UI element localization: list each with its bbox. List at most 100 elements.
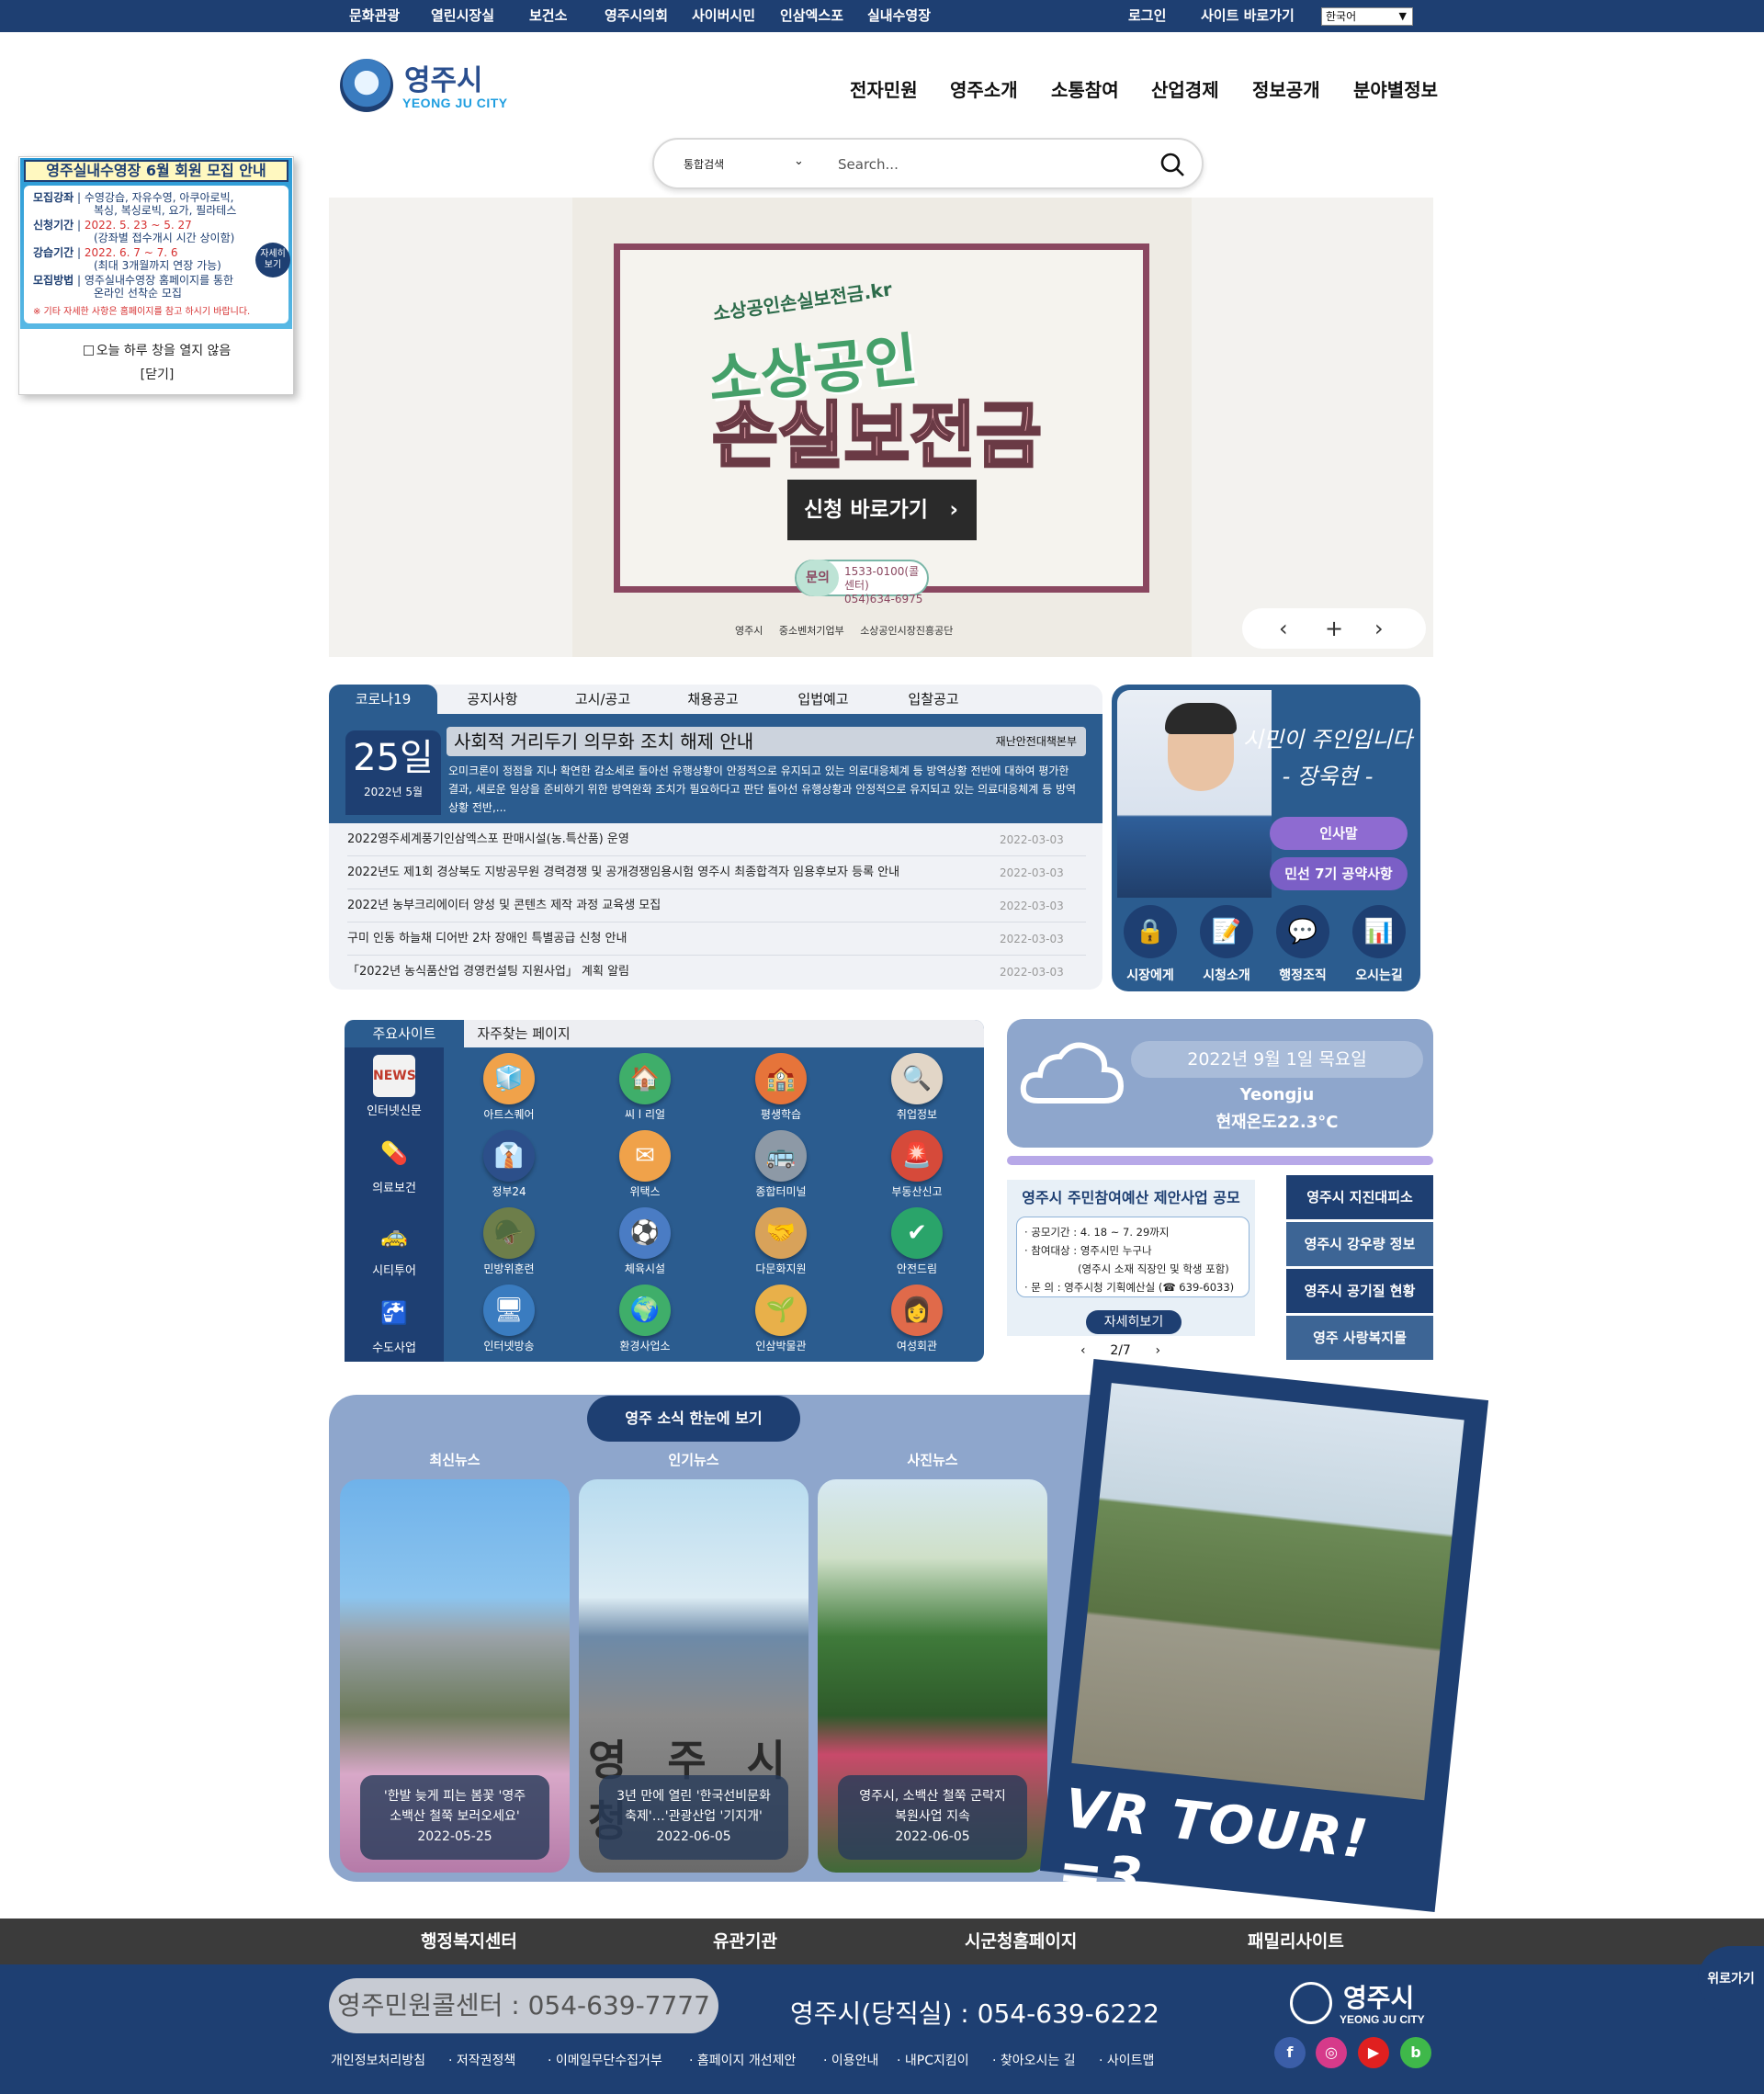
greeting-button[interactable]: 인사말 <box>1270 817 1408 850</box>
toplink-pool[interactable]: 실내수영장 <box>867 0 931 32</box>
toplink-expo[interactable]: 인삼엑스포 <box>780 0 843 32</box>
mayor-link-directions[interactable]: 📊 오시는길 <box>1342 905 1416 984</box>
news-card[interactable]: '한발 늦게 피는 봄꽃 '영주 소백산 철쭉 보러오세요' 2022-05-25 <box>340 1479 570 1873</box>
quick-rainfall[interactable]: 영주시 강우량 정보 <box>1286 1222 1433 1266</box>
news-card[interactable]: 영 주 시 청 3년 만에 열린 '한국선비문화축제'…'관광산업 '기지개'2… <box>579 1479 808 1873</box>
gnb-civil[interactable]: 전자민원 <box>850 75 918 102</box>
banner-apply-button[interactable]: 신청 바로가기 › <box>787 480 977 540</box>
tab-announcement[interactable]: 고시/공고 <box>548 685 658 714</box>
footer-logo[interactable]: 영주시 YEONG JU CITY <box>1290 1978 1437 2033</box>
search-scope-select[interactable]: 통합검색 <box>684 156 724 172</box>
toplink-health[interactable]: 보건소 <box>529 0 567 32</box>
toplink-culture[interactable]: 문화관광 <box>349 0 400 32</box>
popup-image[interactable]: 영주실내수영장 6월 회원 모집 안내 모집강좌 | 수영강습, 자유수영, 아… <box>20 158 292 329</box>
site-terminal[interactable]: 🚌 종합터미널 <box>730 1130 831 1199</box>
toplink-cyber[interactable]: 사이버시민 <box>692 0 755 32</box>
featured-notice[interactable]: 25일 2022년 5월 사회적 거리두기 의무화 조치 해제 안내 재난안전대책… <box>329 714 1102 823</box>
popup-detail-badge[interactable]: 자세히 보기 <box>255 243 290 277</box>
vr-tour-card[interactable]: VR TOUR! =3 <box>1039 1358 1489 1913</box>
chevron-right-icon[interactable]: › <box>1156 1343 1161 1358</box>
site-women-center[interactable]: 👩 여성회관 <box>866 1285 967 1353</box>
youtube-icon[interactable]: ▶ <box>1358 2037 1389 2068</box>
site-health[interactable]: 💊 의료보건 <box>345 1132 444 1195</box>
footer-link-email-refusal[interactable]: · 이메일무단수집거부 <box>548 2051 662 2069</box>
popup-close-button[interactable]: [닫기] <box>19 365 295 383</box>
site-gov24[interactable]: 👔 정부24 <box>458 1130 560 1199</box>
instagram-icon[interactable]: ◎ <box>1316 2037 1347 2068</box>
site-civil-defense[interactable]: 🪖 민방위훈련 <box>458 1207 560 1276</box>
gnb-intro[interactable]: 영주소개 <box>950 75 1018 102</box>
chevron-left-icon[interactable]: ‹ <box>1080 1343 1086 1358</box>
site-internet-tv[interactable]: 🖥 인터넷방송 <box>458 1285 560 1353</box>
list-item[interactable]: 구미 인동 하늘채 디어반 2차 장애인 특별공급 신청 안내 2022-03-0… <box>347 922 1086 956</box>
tab-recruit[interactable]: 채용공고 <box>658 685 768 714</box>
gnb-participation[interactable]: 소통참여 <box>1051 75 1119 102</box>
tab-bid[interactable]: 입찰공고 <box>878 685 989 714</box>
tab-notice[interactable]: 공지사항 <box>437 685 548 714</box>
pledge-button[interactable]: 민선 7기 공약사항 <box>1270 857 1408 890</box>
list-item[interactable]: 2022영주세계풍기인삼엑스포 판매시설(농.특산품) 운영 2022-03-03 <box>347 823 1086 856</box>
site-ginseng-museum[interactable]: 🌱 인삼박물관 <box>730 1285 831 1353</box>
footer-link-copyright[interactable]: · 저작권정책 <box>448 2051 515 2069</box>
footer-nav-family-sites[interactable]: 패밀리사이트 <box>1248 1919 1344 1964</box>
login-link[interactable]: 로그인 <box>1128 0 1166 32</box>
gallery-cat-latest[interactable]: 최신뉴스 <box>340 1450 570 1469</box>
site-jobs[interactable]: 🔍 취업정보 <box>866 1053 967 1122</box>
tab-frequent-pages[interactable]: 자주찾는 페이지 <box>464 1020 583 1047</box>
checkbox-icon[interactable] <box>83 345 94 356</box>
site-wetax[interactable]: ✉ 위택스 <box>594 1130 695 1199</box>
footer-nav-welfare-center[interactable]: 행정복지센터 <box>421 1919 517 1964</box>
site-water[interactable]: 🚰 수도사업 <box>345 1292 444 1355</box>
site-news[interactable]: NEWS 인터넷신문 <box>345 1055 444 1118</box>
mayor-link-cityhall[interactable]: 📝 시청소개 <box>1190 905 1263 984</box>
quick-air-quality[interactable]: 영주시 공기질 현황 <box>1286 1269 1433 1313</box>
gallery-cat-popular[interactable]: 인기뉴스 <box>579 1450 808 1469</box>
site-real-estate-report[interactable]: 🚨 부동산신고 <box>866 1130 967 1199</box>
tab-covid[interactable]: 코로나19 <box>329 685 437 714</box>
footer-nav-related-orgs[interactable]: 유관기관 <box>713 1919 777 1964</box>
tab-legislation[interactable]: 입법예고 <box>768 685 878 714</box>
popup-dismiss-checkbox[interactable]: 오늘 하루 창을 열지 않음 <box>19 341 295 359</box>
site-environment[interactable]: 🌍 환경사업소 <box>594 1285 695 1353</box>
chevron-right-icon[interactable]: › <box>1374 616 1384 641</box>
gnb-disclosure[interactable]: 정보공개 <box>1252 75 1320 102</box>
site-safety[interactable]: ✔ 안전드림 <box>866 1207 967 1276</box>
footer-link-guide[interactable]: · 이용안내 <box>823 2051 878 2069</box>
site-logo[interactable]: 영주시 YEONG JU CITY <box>340 57 524 116</box>
news-card[interactable]: 영주시, 소백산 철쭉 군락지 복원사업 지속 2022-06-05 <box>818 1479 1047 1873</box>
card-detail-button[interactable]: 자세히보기 <box>1086 1310 1182 1334</box>
chevron-left-icon[interactable]: ‹ <box>1279 616 1288 641</box>
gallery-cat-photo[interactable]: 사진뉴스 <box>818 1450 1047 1469</box>
mayor-link-petition[interactable]: 🔒 시장에게 <box>1114 905 1187 984</box>
footer-nav-city-sites[interactable]: 시군청홈페이지 <box>965 1919 1077 1964</box>
site-shortcut-link[interactable]: 사이트 바로가기 <box>1201 0 1295 32</box>
tab-major-sites[interactable]: 주요사이트 <box>345 1020 464 1047</box>
site-sports[interactable]: ⚽ 체육시설 <box>594 1207 695 1276</box>
footer-link-sitemap[interactable]: · 사이트맵 <box>1099 2051 1154 2069</box>
facebook-icon[interactable]: f <box>1274 2037 1306 2068</box>
toplink-mayor-office[interactable]: 열린시장실 <box>431 0 494 32</box>
footer-link-directions[interactable]: · 찾아오시는 길 <box>992 2051 1076 2069</box>
site-lifelong-learning[interactable]: 🏫 평생학습 <box>730 1053 831 1122</box>
gnb-fields[interactable]: 분야별정보 <box>1353 75 1438 102</box>
plus-icon[interactable]: + <box>1325 616 1343 641</box>
gnb-economy[interactable]: 산업경제 <box>1151 75 1219 102</box>
back-to-top-button[interactable]: 위로가기 <box>1698 1946 1764 2012</box>
footer-link-pc-guard[interactable]: · 내PC지킴이 <box>897 2051 969 2069</box>
mayor-link-organization[interactable]: 💬 행정조직 <box>1266 905 1340 984</box>
toplink-council[interactable]: 영주시의회 <box>605 0 668 32</box>
list-item[interactable]: 「2022년 농식품산업 경영컨설팅 지원사업」 계획 알림 2022-03-03 <box>347 956 1086 989</box>
footer-link-privacy[interactable]: 개인정보처리방침 <box>331 2051 425 2069</box>
site-citytour[interactable]: 🚕 시티투어 <box>345 1215 444 1278</box>
blog-icon[interactable]: b <box>1400 2037 1431 2068</box>
budget-proposal-card[interactable]: 영주시 주민참여예산 제안사업 공모 · 공모기간 : 4. 18 ~ 7. 2… <box>1007 1180 1255 1336</box>
list-item[interactable]: 2022년 농부크리에이터 양성 및 콘텐츠 제작 과정 교육생 모집 2022-… <box>347 889 1086 922</box>
site-sealreal[interactable]: 🏠 씨 l 리얼 <box>594 1053 695 1122</box>
quick-welfare-mall[interactable]: 영주 사랑복지몰 <box>1286 1316 1433 1360</box>
footer-link-suggestion[interactable]: · 홈페이지 개선제안 <box>689 2051 796 2069</box>
search-icon[interactable] <box>1159 152 1185 177</box>
site-artsquare[interactable]: 🧊 아트스퀘어 <box>458 1053 560 1122</box>
quick-earthquake-shelter[interactable]: 영주시 지진대피소 <box>1286 1175 1433 1219</box>
site-multicultural[interactable]: 🤝 다문화지원 <box>730 1207 831 1276</box>
language-select[interactable]: 한국어 ▼ <box>1321 7 1413 26</box>
